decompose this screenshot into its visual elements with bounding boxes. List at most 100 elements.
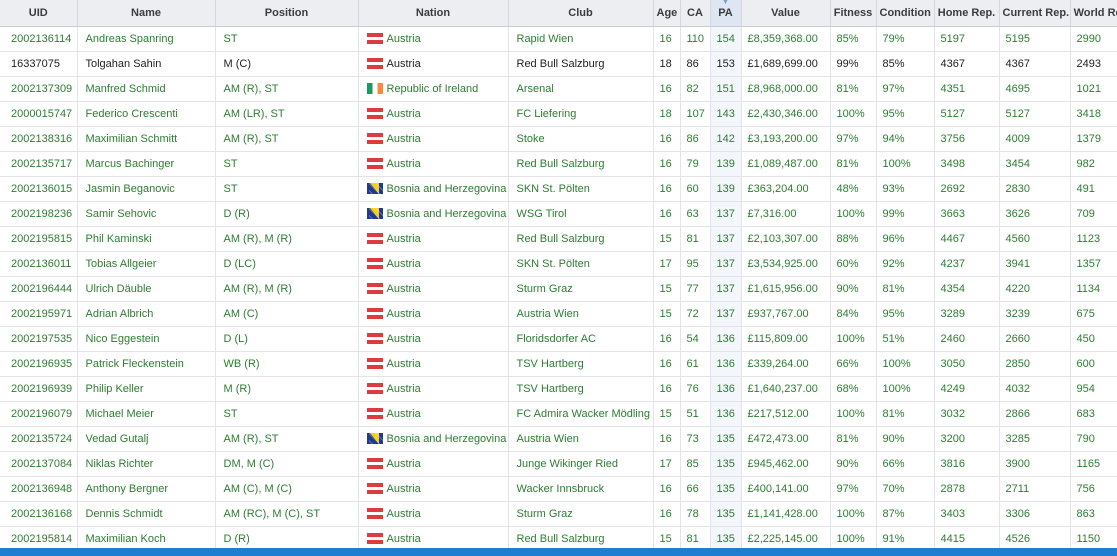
nation-label: Austria xyxy=(386,58,421,70)
home-rep-cell: 5127 xyxy=(934,101,1000,127)
age-cell: 16 xyxy=(653,476,681,502)
pa-cell: 154 xyxy=(710,26,742,52)
nation-cell: Austria xyxy=(358,526,509,548)
table-row[interactable]: 2000015747 Federico Crescenti AM (LR), ST A… xyxy=(0,101,1117,127)
column-header-condition[interactable]: Condition xyxy=(876,0,935,27)
age-cell: 18 xyxy=(653,101,681,127)
column-header-position[interactable]: Position xyxy=(215,0,359,27)
name-cell: Samir Sehovic xyxy=(77,201,216,227)
table-row[interactable]: 2002136114 Andreas Spanring ST Austria Rapid… xyxy=(0,26,1117,52)
value-cell: £1,689,699.00 xyxy=(741,51,831,77)
table-row[interactable]: 2002195971 Adrian Albrich AM (C) Austria Aus… xyxy=(0,301,1117,327)
world-rep-cell: 2990 xyxy=(1070,26,1117,52)
table-row[interactable]: 2002135724 Vedad Gutalj AM (R), ST Bosnia a… xyxy=(0,426,1117,452)
column-header-nation[interactable]: Nation xyxy=(358,0,509,27)
column-header-world-rep[interactable]: World Rep. xyxy=(1070,0,1117,27)
table-row[interactable]: 2002197535 Nico Eggestein D (L) Austria Flor… xyxy=(0,326,1117,352)
column-header-name[interactable]: Name xyxy=(77,0,216,27)
table-row[interactable]: 2002198236 Samir Sehovic D (R) Bosnia and H… xyxy=(0,201,1117,227)
nation-label: Austria xyxy=(386,258,421,270)
nation-cell: Austria xyxy=(358,476,509,502)
ca-cell: 66 xyxy=(680,476,711,502)
table-row[interactable]: 2002136011 Tobias Allgeier D (LC) Austria SK… xyxy=(0,251,1117,277)
nation-flag-icon xyxy=(366,408,383,419)
nation-flag-icon xyxy=(366,158,383,169)
nation-cell: Austria xyxy=(358,126,509,152)
nation-cell: Austria xyxy=(358,51,509,77)
column-header-uid[interactable]: UID xyxy=(0,0,78,27)
player-table-container: UID Name Position Nation Club Age CA ▼ PA… xyxy=(0,0,1117,548)
age-cell: 16 xyxy=(653,426,681,452)
current-rep-cell: 3239 xyxy=(999,301,1071,327)
home-rep-cell: 3816 xyxy=(934,451,1000,477)
world-rep-cell: 1165 xyxy=(1070,451,1117,477)
ca-cell: 54 xyxy=(680,326,711,352)
name-cell: Dennis Schmidt xyxy=(77,501,216,527)
nation-label: Austria xyxy=(386,383,421,395)
fitness-cell: 99% xyxy=(830,51,877,77)
ca-cell: 76 xyxy=(680,376,711,402)
table-row[interactable]: 2002196939 Philip Keller M (R) Austria TSV H… xyxy=(0,376,1117,402)
world-rep-cell: 2493 xyxy=(1070,51,1117,77)
name-cell: Ulrich Däuble xyxy=(77,276,216,302)
position-cell: D (R) xyxy=(215,201,359,227)
value-cell: £945,462.00 xyxy=(741,451,831,477)
table-row[interactable]: 2002135717 Marcus Bachinger ST Austria Red B… xyxy=(0,151,1117,177)
fitness-cell: 88% xyxy=(830,226,877,252)
table-row[interactable]: 2002137309 Manfred Schmid AM (R), ST Republ… xyxy=(0,76,1117,102)
table-row[interactable]: 2002195814 Maximilian Koch D (R) Austria Red… xyxy=(0,526,1117,548)
nation-flag-icon xyxy=(366,258,383,269)
pa-cell: 135 xyxy=(710,526,742,548)
position-cell: AM (RC), M (C), ST xyxy=(215,501,359,527)
nation-label: Austria xyxy=(386,483,421,495)
table-row[interactable]: 16337075 Tolgahan Sahin M (C) Austria Red Bu… xyxy=(0,51,1117,77)
column-header-fitness[interactable]: Fitness xyxy=(830,0,877,27)
club-cell: Sturm Graz xyxy=(508,276,654,302)
column-header-club[interactable]: Club xyxy=(508,0,654,27)
table-row[interactable]: 2002196079 Michael Meier ST Austria FC Admir… xyxy=(0,401,1117,427)
name-cell: Maximilian Koch xyxy=(77,526,216,548)
table-row[interactable]: 2002196935 Patrick Fleckenstein WB (R) Aust… xyxy=(0,351,1117,377)
uid-cell: 2002195815 xyxy=(0,226,78,252)
column-header-home-rep[interactable]: Home Rep. xyxy=(934,0,1000,27)
column-header-value[interactable]: Value xyxy=(741,0,831,27)
table-row[interactable]: 2002137084 Niklas Richter DM, M (C) Austria… xyxy=(0,451,1117,477)
club-cell: Arsenal xyxy=(508,76,654,102)
player-table: UID Name Position Nation Club Age CA ▼ PA… xyxy=(0,0,1117,548)
fitness-cell: 84% xyxy=(830,301,877,327)
position-cell: AM (R), ST xyxy=(215,426,359,452)
table-row[interactable]: 2002195815 Phil Kaminski AM (R), M (R) Aust… xyxy=(0,226,1117,252)
ca-cell: 72 xyxy=(680,301,711,327)
world-rep-cell: 450 xyxy=(1070,326,1117,352)
column-header-current-rep[interactable]: Current Rep. xyxy=(999,0,1071,27)
value-cell: £2,103,307.00 xyxy=(741,226,831,252)
table-row[interactable]: 2002136168 Dennis Schmidt AM (RC), M (C), … xyxy=(0,501,1117,527)
nation-flag-icon xyxy=(366,33,383,44)
nation-cell: Austria xyxy=(358,451,509,477)
current-rep-cell: 3454 xyxy=(999,151,1071,177)
club-cell: WSG Tirol xyxy=(508,201,654,227)
nation-cell: Austria xyxy=(358,251,509,277)
uid-cell: 2002196079 xyxy=(0,401,78,427)
nation-label: Austria xyxy=(386,458,421,470)
table-row[interactable]: 2002196444 Ulrich Däuble AM (R), M (R) Aust… xyxy=(0,276,1117,302)
home-rep-cell: 2878 xyxy=(934,476,1000,502)
column-header-pa[interactable]: ▼ PA xyxy=(710,0,742,27)
table-row[interactable]: 2002136948 Anthony Bergner AM (C), M (C) Au… xyxy=(0,476,1117,502)
ca-cell: 63 xyxy=(680,201,711,227)
table-row[interactable]: 2002138316 Maximilian Schmitt AM (R), ST Au… xyxy=(0,126,1117,152)
world-rep-cell: 1021 xyxy=(1070,76,1117,102)
uid-cell: 2002137084 xyxy=(0,451,78,477)
uid-cell: 2002137309 xyxy=(0,76,78,102)
pa-cell: 137 xyxy=(710,251,742,277)
column-header-age[interactable]: Age xyxy=(653,0,681,27)
club-cell: TSV Hartberg xyxy=(508,351,654,377)
column-header-ca[interactable]: CA xyxy=(680,0,711,27)
home-rep-cell: 3756 xyxy=(934,126,1000,152)
pa-cell: 153 xyxy=(710,51,742,77)
ca-cell: 86 xyxy=(680,51,711,77)
world-rep-cell: 491 xyxy=(1070,176,1117,202)
condition-cell: 100% xyxy=(876,351,935,377)
table-row[interactable]: 2002136015 Jasmin Beganovic ST Bosnia and H… xyxy=(0,176,1117,202)
fitness-cell: 81% xyxy=(830,426,877,452)
